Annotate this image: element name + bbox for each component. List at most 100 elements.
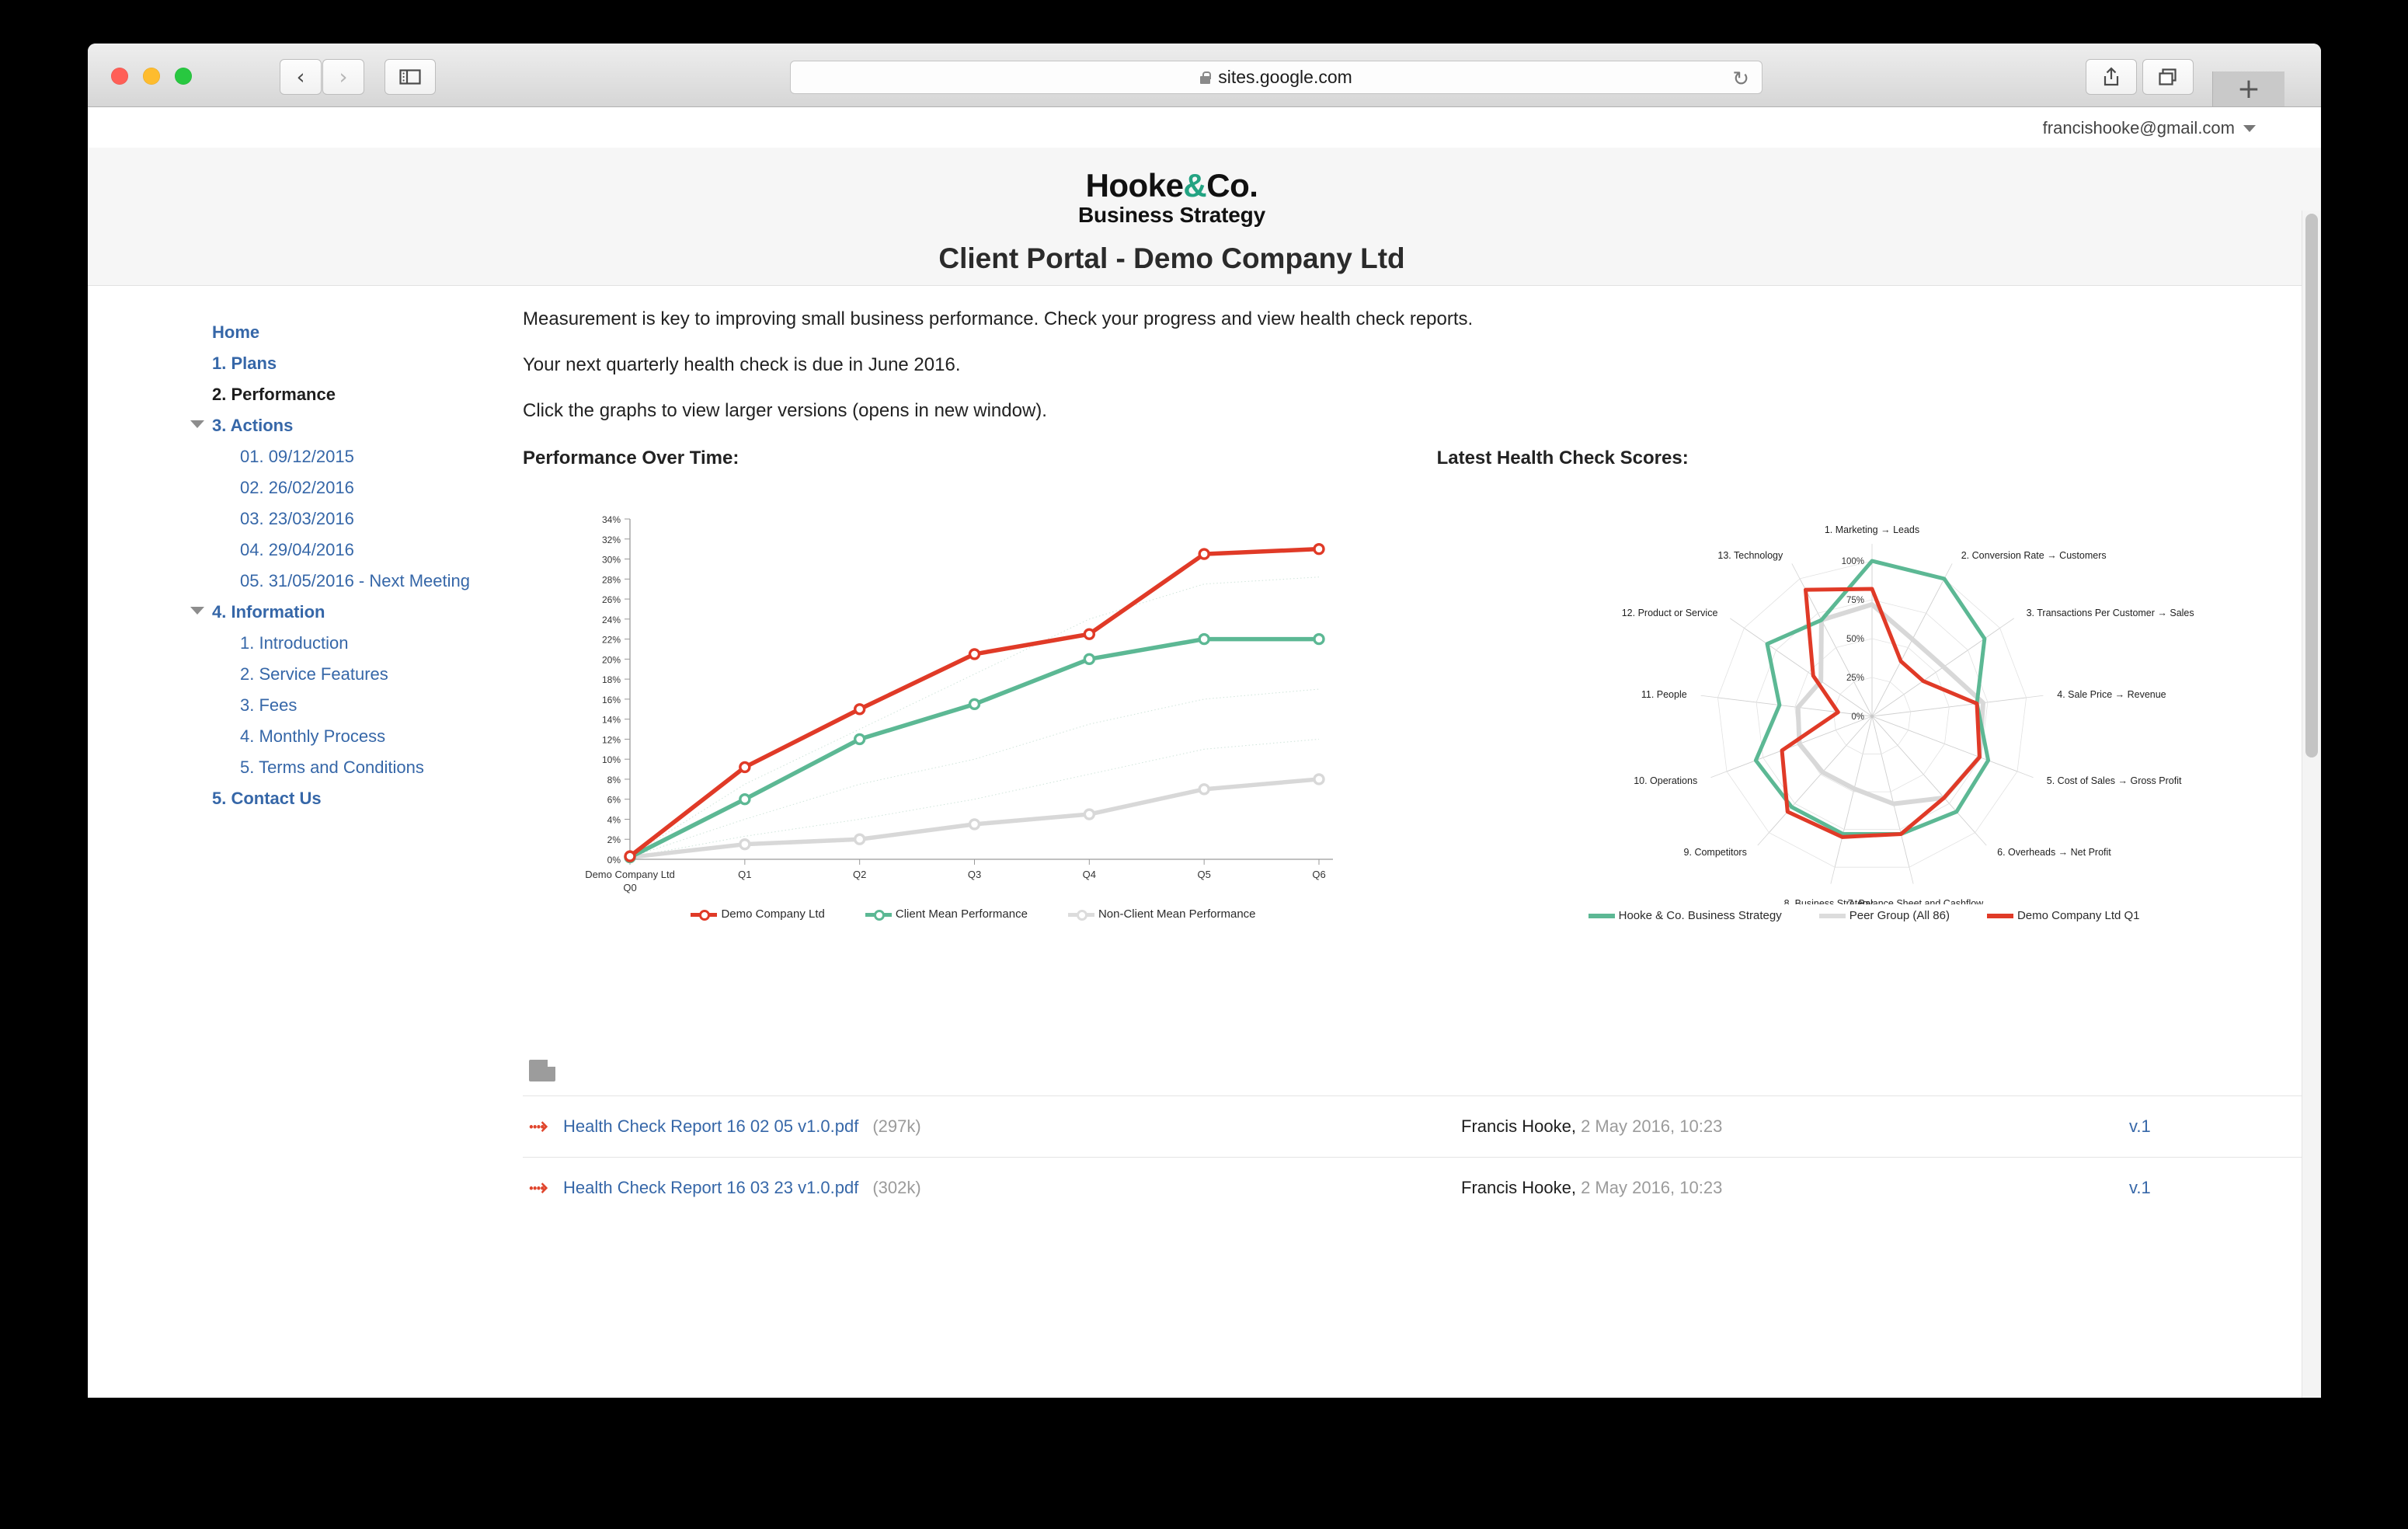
y-axis-tick-label: 20% <box>602 654 621 665</box>
health-check-chart-heading: Latest Health Check Scores: <box>1436 448 1689 468</box>
folder-icon <box>529 1060 555 1081</box>
sidebar-item-performance[interactable]: 2. Performance <box>212 379 523 410</box>
attachment-name-cell: ⤑ Health Check Report 16 03 23 v1.0.pdf … <box>523 1175 1461 1200</box>
legend-item-non-client-mean[interactable]: Non-Client Mean Performance <box>1067 907 1256 921</box>
intro-paragraph-1: Measurement is key to improving small bu… <box>523 308 1474 329</box>
sidebar-item-label: 3. Fees <box>240 695 298 715</box>
sidebar-item-contact-us[interactable]: 5. Contact Us <box>212 783 523 814</box>
attachment-size: (297k) <box>872 1116 921 1136</box>
maximize-window-button[interactable] <box>175 68 192 85</box>
table-row[interactable]: ⤑ Health Check Report 16 02 05 v1.0.pdf … <box>523 1095 2321 1157</box>
sidebar-item-actions[interactable]: 3. Actions <box>190 410 523 441</box>
legend-item-client-mean[interactable]: Client Mean Performance <box>865 907 1028 921</box>
account-bar: francishooke@gmail.com <box>88 107 2321 148</box>
sidebar-item-introduction[interactable]: 1. Introduction <box>240 628 523 659</box>
new-tab-button[interactable]: + <box>2212 71 2284 106</box>
close-window-button[interactable] <box>111 68 128 85</box>
browser-toolbar: ‹ › sites.google.com ↻ + <box>88 44 2321 107</box>
attachment-version[interactable]: v.1 <box>2129 1116 2321 1137</box>
sidebar-item-label: 5. Terms and Conditions <box>240 758 424 777</box>
sidebar-item-action-02[interactable]: 02. 26/02/2016 <box>240 472 523 503</box>
health-check-chart-section: Latest Health Check Scores: 0% 25% 50% 75% 1… <box>1437 448 2321 943</box>
x-axis-tick-label: Demo Company Ltd <box>585 869 675 880</box>
sidebar-item-home[interactable]: Home <box>212 317 523 348</box>
y-axis-tick-label: 34% <box>602 514 621 525</box>
attachments-folder[interactable] <box>523 1060 2321 1095</box>
attachment-author: Francis Hooke, <box>1461 1116 1576 1136</box>
sidebar-toggle-button[interactable] <box>385 59 436 95</box>
logo-ampersand: & <box>1183 167 1207 204</box>
radar-axis-label: 1. Marketing → Leads <box>1824 524 1919 535</box>
sidebar-item-monthly-process[interactable]: 4. Monthly Process <box>240 721 523 752</box>
show-tabs-icon <box>2159 68 2177 85</box>
site-logo[interactable]: Hooke&Co. Business Strategy <box>88 169 2256 228</box>
reload-icon[interactable]: ↻ <box>1732 68 1749 91</box>
share-button[interactable] <box>2086 59 2137 95</box>
legend-item-demo-company-q1[interactable]: Demo Company Ltd Q1 <box>1986 909 2140 922</box>
legend-item-peer-group[interactable]: Peer Group (All 86) <box>1818 909 1950 922</box>
account-menu[interactable]: francishooke@gmail.com <box>2043 118 2256 138</box>
attachment-link[interactable]: Health Check Report 16 02 05 v1.0.pdf <box>563 1116 858 1137</box>
y-axis-tick-label: 14% <box>602 715 621 726</box>
attachment-version[interactable]: v.1 <box>2129 1178 2321 1198</box>
sidebar-item-action-04[interactable]: 04. 29/04/2016 <box>240 535 523 566</box>
page-content: francishooke@gmail.com Hooke&Co. Busines… <box>88 107 2321 1398</box>
legend-item-hooke-co[interactable]: Hooke & Co. Business Strategy <box>1588 909 1782 922</box>
chevron-right-icon: › <box>339 64 348 89</box>
sidebar-item-label: 5. Contact Us <box>212 789 322 808</box>
radar-axis-label: 2. Conversion Rate → Customers <box>1961 550 2106 561</box>
expander-triangle-icon[interactable] <box>190 607 204 615</box>
share-icon <box>2104 67 2119 86</box>
sidebar-item-service-features[interactable]: 2. Service Features <box>240 659 523 690</box>
sidebar-item-information[interactable]: 4. Information <box>190 597 523 628</box>
sidebar-item-plans[interactable]: 1. Plans <box>212 348 523 379</box>
legend-label: Client Mean Performance <box>895 907 1028 921</box>
y-axis-tick-label: 30% <box>602 555 621 566</box>
attachment-meta-cell: Francis Hooke, 2 May 2016, 10:23 <box>1461 1178 2129 1198</box>
logo-primary: Hooke&Co. <box>88 169 2256 203</box>
performance-over-time-chart[interactable]: 0% 2% 4% 6% 8% 10% 12% 14% 16% 18% 20% 22% 24% 26% 28%… <box>538 508 1369 943</box>
x-axis-tick-label: Q4 <box>1083 869 1096 880</box>
show-tabs-button[interactable] <box>2142 59 2194 95</box>
address-bar[interactable]: sites.google.com ↻ <box>790 61 1763 94</box>
performance-chart-section: Performance Over Time: 0% 2% 4% 6% 8% 10% 12% 1… <box>523 448 1437 943</box>
y-axis-tick-label: 28% <box>602 574 621 585</box>
legend-marker-icon <box>1588 911 1615 921</box>
performance-chart-heading: Performance Over Time: <box>523 448 739 468</box>
x-axis-tick-label: Q0 <box>623 882 636 893</box>
radar-axis-label: 11. People <box>1641 689 1686 700</box>
radial-axis-label: 100% <box>1841 557 1863 566</box>
scrollbar-thumb[interactable] <box>2305 214 2318 758</box>
intro-paragraph-2: Your next quarterly health check is due … <box>523 354 961 375</box>
attachment-link[interactable]: Health Check Report 16 03 23 v1.0.pdf <box>563 1178 858 1198</box>
chevron-left-icon: ‹ <box>296 64 305 89</box>
legend-marker-icon <box>1818 911 1846 921</box>
logo-text-after: Co. <box>1206 167 1258 204</box>
sidebar-item-action-01[interactable]: 01. 09/12/2015 <box>240 441 523 472</box>
minimize-window-button[interactable] <box>143 68 160 85</box>
sidebar-item-fees[interactable]: 3. Fees <box>240 690 523 721</box>
legend-label: Hooke & Co. Business Strategy <box>1618 909 1782 922</box>
legend-item-demo-company[interactable]: Demo Company Ltd <box>691 907 825 921</box>
table-row[interactable]: ⤑ Health Check Report 16 03 23 v1.0.pdf … <box>523 1157 2321 1218</box>
main-content: Measurement is key to improving small bu… <box>523 286 2321 1218</box>
x-axis-tick-label: Q3 <box>968 869 981 880</box>
sidebar-item-action-05[interactable]: 05. 31/05/2016 - Next Meeting <box>240 566 523 597</box>
sidebar-item-label: 4. Information <box>212 602 325 622</box>
safari-window: ‹ › sites.google.com ↻ + francishooke@gm… <box>88 44 2321 1398</box>
sidebar-item-action-03[interactable]: 03. 23/03/2016 <box>240 503 523 535</box>
forward-button[interactable]: › <box>322 59 364 95</box>
logo-subtitle: Business Strategy <box>1078 202 1265 227</box>
radar-axis-label: 8. Business Strategy <box>1783 898 1873 904</box>
sidebar-item-terms-and-conditions[interactable]: 5. Terms and Conditions <box>240 752 523 783</box>
sidebar-item-label: 3. Actions <box>212 416 294 435</box>
page-scrollbar[interactable] <box>2302 211 2321 1398</box>
radial-axis-label: 0% <box>1851 712 1864 722</box>
attachment-author: Francis Hooke, <box>1461 1178 1576 1197</box>
legend-marker-icon <box>865 909 892 921</box>
expander-triangle-icon[interactable] <box>190 420 204 428</box>
y-axis-tick-label: 12% <box>602 734 621 745</box>
back-button[interactable]: ‹ <box>280 59 322 95</box>
radar-axis-label: 10. Operations <box>1634 775 1697 786</box>
health-check-scores-chart[interactable]: 0% 25% 50% 75% 100% 1. Marketing → Leads 2. Co… <box>1437 508 2291 943</box>
